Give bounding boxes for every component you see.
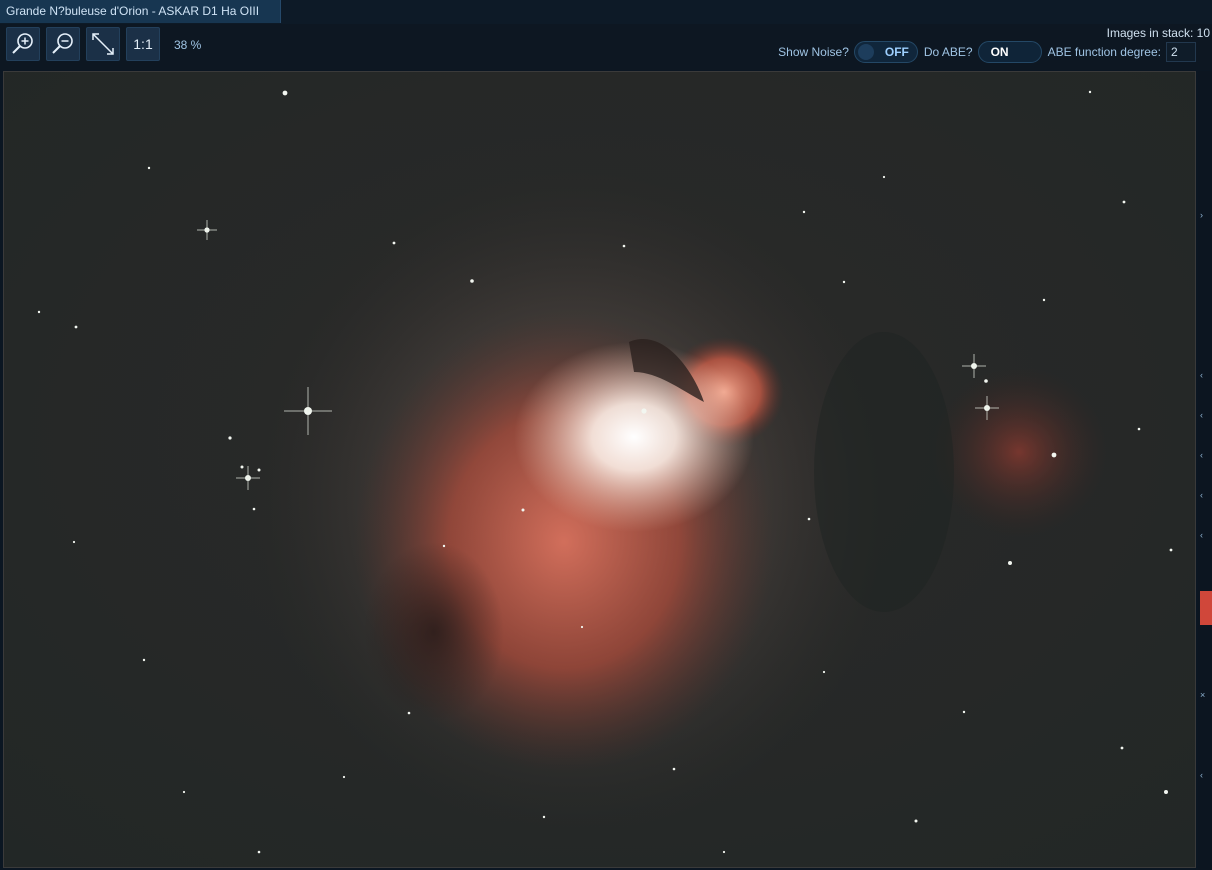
do-abe-toggle[interactable]: ON bbox=[977, 41, 1042, 63]
actual-size-label: 1:1 bbox=[133, 36, 153, 52]
orion-nebula-image bbox=[4, 72, 1195, 867]
show-noise-state: OFF bbox=[884, 45, 909, 59]
close-icon: × bbox=[1200, 690, 1206, 700]
zoom-in-button[interactable] bbox=[6, 27, 40, 61]
toolbar: 1:1 38 % Images in stack: 10 Show Noise?… bbox=[0, 24, 1212, 70]
document-title: Grande N?buleuse d'Orion - ASKAR D1 Ha O… bbox=[6, 4, 260, 18]
chevron-icon: ‹ bbox=[1200, 450, 1203, 460]
images-in-stack: Images in stack: 10 bbox=[1106, 26, 1210, 40]
do-abe-label: Do ABE? bbox=[923, 45, 973, 59]
zoom-out-icon bbox=[52, 33, 73, 54]
title-bar: Grande N?buleuse d'Orion - ASKAR D1 Ha O… bbox=[0, 0, 1212, 25]
fit-to-window-icon bbox=[92, 33, 114, 55]
do-abe-state: ON bbox=[990, 45, 1009, 59]
chevron-icon: ‹ bbox=[1200, 370, 1203, 380]
chevron-icon: ‹ bbox=[1200, 770, 1203, 780]
fit-to-window-button[interactable] bbox=[86, 27, 120, 61]
image-viewport[interactable] bbox=[3, 71, 1196, 868]
active-marker bbox=[1200, 591, 1212, 625]
abe-degree-input[interactable] bbox=[1166, 42, 1196, 62]
chevron-icon: ‹ bbox=[1200, 410, 1203, 420]
toggle-knob bbox=[857, 44, 874, 60]
chevron-icon: ‹ bbox=[1200, 530, 1203, 540]
zoom-in-icon bbox=[12, 33, 33, 54]
zoom-out-button[interactable] bbox=[46, 27, 80, 61]
show-noise-label: Show Noise? bbox=[778, 45, 849, 59]
chevron-icon: ‹ bbox=[1200, 490, 1203, 500]
document-tab[interactable]: Grande N?buleuse d'Orion - ASKAR D1 Ha O… bbox=[0, 0, 281, 23]
actual-size-button[interactable]: 1:1 bbox=[126, 27, 160, 61]
side-panel-edge[interactable]: › ‹ ‹ ‹ ‹ ‹ × ‹ bbox=[1198, 71, 1212, 870]
zoom-level: 38 % bbox=[174, 38, 202, 52]
chevron-icon: › bbox=[1200, 210, 1203, 220]
show-noise-toggle[interactable]: OFF bbox=[853, 41, 918, 63]
processing-options: Show Noise? OFF Do ABE? ON ABE function … bbox=[778, 40, 1196, 64]
abe-degree-label: ABE function degree: bbox=[1047, 45, 1161, 59]
